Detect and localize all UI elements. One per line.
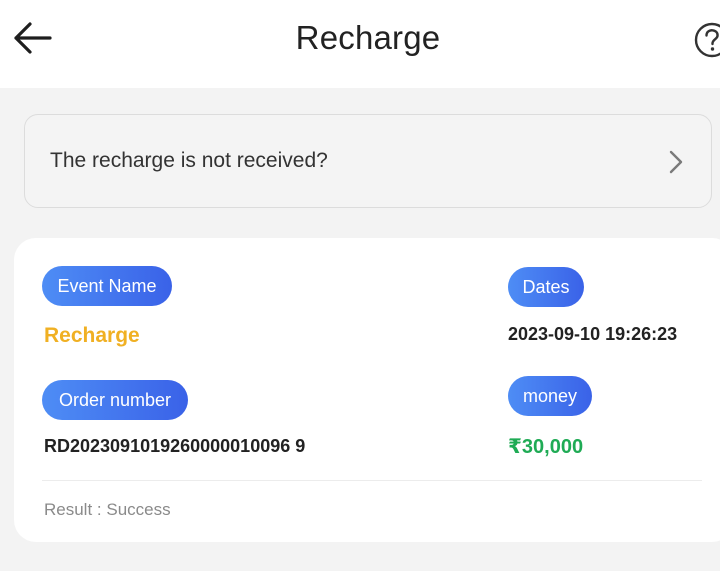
- order-number-label: Order number: [42, 380, 188, 420]
- recharge-not-received-link[interactable]: The recharge is not received?: [24, 114, 712, 208]
- help-button[interactable]: [692, 20, 720, 60]
- question-circle-icon: [694, 22, 720, 58]
- money-value: ₹30,000: [508, 436, 584, 458]
- result-status: Result : Success: [44, 500, 171, 519]
- money-label: money: [508, 376, 592, 416]
- notice-text: The recharge is not received?: [50, 149, 328, 172]
- event-name-value: Recharge: [44, 324, 140, 347]
- top-bar: Recharge: [0, 0, 720, 88]
- order-number-value: RD2023091019260000010096 9: [44, 436, 306, 456]
- page-title: Recharge: [295, 19, 441, 56]
- recharge-record-card: Event Name Recharge Dates 2023-09-10 19:…: [14, 238, 720, 542]
- dates-value: 2023-09-10 19:26:23: [508, 324, 678, 344]
- chevron-right-icon: [669, 150, 683, 174]
- divider: [42, 480, 702, 481]
- event-name-label: Event Name: [42, 266, 172, 306]
- dates-label: Dates: [508, 267, 584, 307]
